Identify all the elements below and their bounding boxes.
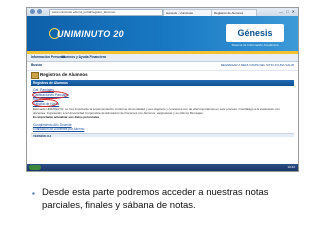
uniminuto-logo: UNIMINUTO 20 [57, 29, 124, 39]
browser-screenshot: www.uniminuto.edu/mi_portal/registro_alu… [26, 7, 299, 172]
version-bar: VERSIÓN: 8.3 [31, 133, 294, 138]
browser-tab-genesis[interactable]: Génesis - Uniminuto [163, 9, 215, 16]
os-taskbar: 10:42 [27, 164, 298, 171]
highlight-ring-sabana [32, 99, 58, 107]
start-button[interactable] [29, 165, 41, 170]
highlight-ring-parciales [32, 91, 68, 99]
records-icon [31, 72, 39, 79]
portal-tabs: Información Personal Alumnos y Ayuda Fin… [27, 54, 298, 62]
genesis-brand: Génesis [226, 24, 284, 42]
link-evaluacion-docentes[interactable]: Evaluación de Docentes por Alumno [33, 127, 84, 131]
section-header: Registros de Alumnos [31, 80, 294, 86]
browser-tab-registros[interactable]: Registros de Alumnos [211, 9, 257, 16]
back-button[interactable] [30, 9, 35, 14]
taskbar-clock: 10:42 [287, 165, 295, 169]
description-notice: Es importante actualizar sus datos perso… [33, 115, 100, 120]
page-title: Registros de Alumnos [40, 72, 88, 77]
site-banner: UNIMINUTO 20 Génesis Sistema de Informac… [27, 16, 298, 54]
genesis-subtitle: Sistema de Información Académica [231, 43, 279, 47]
description-body: Estimado UNIMINUTO: en hoy importante la… [33, 107, 280, 115]
caption-text: Desde esta parte podremos acceder a nues… [42, 187, 269, 211]
address-bar[interactable]: www.uniminuto.edu/mi_portal/registro_alu… [49, 9, 163, 16]
toolbar-links[interactable]: REGRESAR A MENU MAPA DEL SITIO AYUDA SAL… [221, 63, 294, 68]
page-header: Registros de Alumnos [27, 70, 298, 79]
search-link[interactable]: Buscar [31, 63, 42, 68]
description-text: Estimado UNIMINUTO: en hoy importante la… [33, 107, 288, 120]
forward-button[interactable] [37, 9, 42, 14]
extra-links: Cumplimiento Año Docente Evaluación de D… [33, 123, 84, 131]
browser-chrome: www.uniminuto.edu/mi_portal/registro_alu… [27, 8, 298, 16]
tab-alumnos[interactable]: Alumnos y Ayuda Financiera [61, 55, 106, 60]
bullet-icon: ▪ [32, 189, 35, 198]
tab-informacion-personal[interactable]: Información Personal [31, 55, 65, 60]
window-controls[interactable]: — □ ✕ [279, 9, 296, 14]
